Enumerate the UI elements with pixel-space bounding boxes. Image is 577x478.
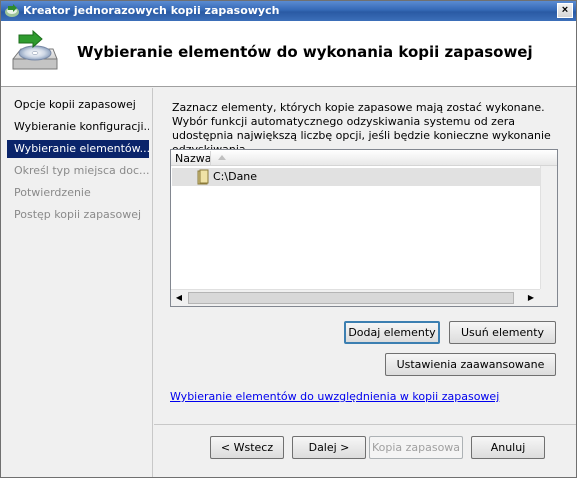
help-link[interactable]: Wybieranie elementów do uwzględnienia w …	[170, 390, 499, 403]
wizard-steps-sidebar: Opcje kopii zapasowej Wybieranie konfigu…	[1, 88, 153, 477]
next-button[interactable]: Dalej >	[292, 436, 366, 459]
advanced-settings-button[interactable]: Ustawienia zaawansowane	[385, 353, 556, 376]
step-destination-type: Określ typ miejsca doc...	[14, 164, 149, 177]
wizard-footer: < Wstecz Dalej > Kopia zapasowa Anuluj	[154, 425, 576, 477]
backup-app-icon	[5, 4, 19, 17]
close-icon: ×	[561, 4, 569, 16]
scroll-thumb[interactable]	[188, 292, 514, 304]
column-header-name[interactable]: Nazwa	[171, 150, 557, 166]
cancel-button[interactable]: Anuluj	[471, 436, 545, 459]
title-bar[interactable]: Kreator jednorazowych kopii zapasowych ×	[1, 1, 576, 21]
list-item-label: C:\Dane	[213, 170, 258, 183]
remove-items-button[interactable]: Usuń elementy	[449, 321, 556, 344]
wizard-content: Zaznacz elementy, których kopie zapasowe…	[154, 88, 576, 424]
backup-disk-icon	[12, 29, 58, 70]
scrollbar-corner	[540, 289, 557, 306]
horizontal-scrollbar[interactable]: ◀ ▶	[171, 289, 557, 306]
wizard-window: Kreator jednorazowych kopii zapasowych ×…	[0, 0, 577, 478]
step-backup-options[interactable]: Opcje kopii zapasowej	[7, 96, 149, 114]
wizard-header: Wybieranie elementów do wykonania kopii …	[1, 21, 576, 87]
vertical-scrollbar[interactable]	[540, 166, 557, 290]
column-name-label: Nazwa	[175, 152, 212, 165]
step-select-configuration[interactable]: Wybieranie konfiguracji...	[7, 118, 149, 136]
step-backup-progress: Postęp kopii zapasowej	[14, 208, 142, 221]
folder-icon	[197, 169, 209, 185]
step-confirmation: Potwierdzenie	[14, 186, 91, 199]
page-title: Wybieranie elementów do wykonania kopii …	[77, 43, 533, 61]
close-button[interactable]: ×	[557, 3, 573, 18]
column-divider[interactable]	[210, 151, 211, 165]
scroll-right-icon[interactable]: ▶	[523, 290, 539, 306]
add-items-button[interactable]: Dodaj elementy	[344, 321, 440, 344]
backup-button: Kopia zapasowa	[369, 436, 463, 459]
items-list[interactable]: Nazwa C:\Dane ◀ ▶	[170, 149, 558, 307]
step-select-items[interactable]: Wybieranie elementów...	[7, 140, 149, 158]
sort-ascending-icon	[218, 155, 226, 160]
list-item[interactable]: C:\Dane	[172, 168, 556, 186]
scroll-left-icon[interactable]: ◀	[171, 290, 187, 306]
window-title: Kreator jednorazowych kopii zapasowych	[23, 4, 280, 17]
back-button[interactable]: < Wstecz	[210, 436, 284, 459]
